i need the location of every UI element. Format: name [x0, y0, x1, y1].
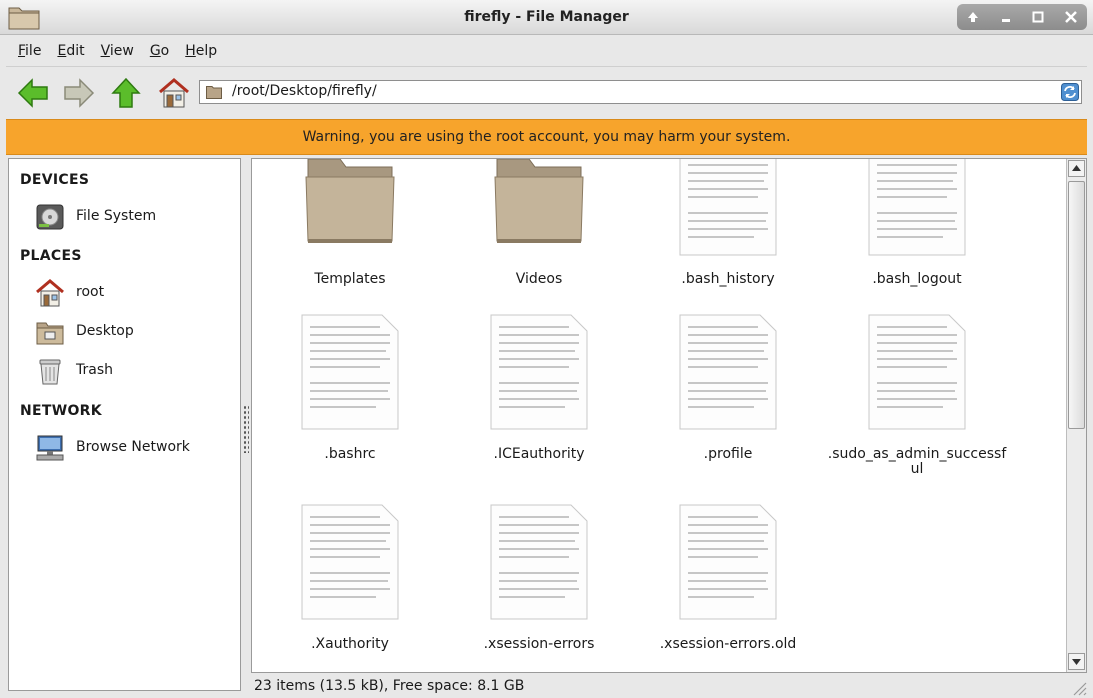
file-name: .bash_history	[681, 271, 775, 287]
sidebar-item-desktop[interactable]: Desktop	[35, 316, 235, 350]
sidebar-item-label: Desktop	[76, 323, 134, 339]
close-icon	[1064, 11, 1077, 23]
desktop-folder-icon	[36, 322, 64, 345]
minimize-icon	[1001, 19, 1010, 22]
refresh-icon[interactable]	[1061, 83, 1079, 101]
sidebar-item-browse-network[interactable]: Browse Network	[35, 432, 235, 466]
vertical-scrollbar[interactable]	[1066, 159, 1086, 672]
sidebar-item-label: File System	[76, 208, 157, 224]
file-name: .sudo_as_admin_successful	[827, 446, 1007, 477]
file-item-videos[interactable]: Videos	[449, 159, 629, 299]
text-file-icon	[490, 314, 588, 430]
file-name: Videos	[515, 271, 563, 287]
roll-up-button[interactable]	[962, 6, 984, 28]
window-controls	[957, 4, 1087, 30]
file-name: .profile	[703, 446, 753, 462]
file-name: .bashrc	[324, 446, 376, 462]
sidebar-heading-network: NETWORK	[20, 403, 102, 419]
sidebar-heading-places: PLACES	[20, 248, 82, 264]
title-bar[interactable]: firefly - File Manager	[0, 0, 1093, 35]
file-item-templates[interactable]: Templates	[260, 159, 440, 299]
menu-go[interactable]: Go	[150, 43, 169, 59]
location-bar[interactable]: /root/Desktop/firefly/	[199, 80, 1082, 104]
arrow-right-icon	[64, 78, 95, 108]
file-item-bash-logout[interactable]: .bash_logout	[827, 159, 1007, 299]
menu-view[interactable]: View	[101, 43, 134, 59]
file-item-iceauthority[interactable]: .ICEauthority	[449, 311, 629, 481]
maximize-button[interactable]	[1027, 6, 1049, 28]
menu-edit[interactable]: Edit	[57, 43, 84, 59]
location-path: /root/Desktop/firefly/	[232, 83, 377, 99]
sidebar-item-label: root	[76, 284, 105, 300]
arrow-up-icon	[968, 12, 979, 22]
window-title: firefly - File Manager	[464, 9, 629, 25]
sidebar: DEVICES File System PLACES root Desktop	[8, 158, 241, 691]
text-file-icon	[868, 314, 966, 430]
status-bar: 23 items (13.5 kB), Free space: 8.1 GB	[254, 678, 525, 694]
file-item-profile[interactable]: .profile	[638, 311, 818, 481]
file-item-xsession-errors-old[interactable]: .xsession-errors.old	[638, 501, 818, 661]
sidebar-item-trash[interactable]: Trash	[35, 355, 235, 389]
file-name: .xsession-errors.old	[659, 636, 797, 652]
arrow-up-icon	[111, 77, 141, 108]
triangle-down-icon	[1072, 659, 1081, 665]
folder-icon	[494, 159, 584, 243]
file-item-sudo-as-admin-successful[interactable]: .sudo_as_admin_successful	[827, 311, 1007, 481]
file-name: .Xauthority	[311, 636, 389, 652]
text-file-icon	[679, 159, 777, 256]
sidebar-heading-devices: DEVICES	[20, 172, 90, 188]
scroll-down-button[interactable]	[1068, 653, 1085, 670]
text-file-icon	[490, 504, 588, 620]
menu-file[interactable]: File	[18, 43, 41, 59]
resize-grip-icon[interactable]	[1071, 680, 1087, 696]
file-item-xsession-errors[interactable]: .xsession-errors	[449, 501, 629, 661]
home-button[interactable]	[157, 76, 191, 110]
text-file-icon	[679, 504, 777, 620]
up-button[interactable]	[109, 76, 143, 110]
back-button[interactable]	[16, 76, 50, 110]
close-button[interactable]	[1060, 6, 1082, 28]
sidebar-item-label: Browse Network	[76, 439, 190, 455]
menu-help[interactable]: Help	[185, 43, 217, 59]
file-item-bashrc[interactable]: .bashrc	[260, 311, 440, 481]
text-file-icon	[301, 504, 399, 620]
file-name: .xsession-errors	[483, 636, 595, 652]
sidebar-item-file-system[interactable]: File System	[35, 201, 235, 235]
folder-icon	[305, 159, 395, 243]
file-name: .ICEauthority	[493, 446, 585, 462]
forward-button[interactable]	[62, 76, 96, 110]
file-item-bash-history[interactable]: .bash_history	[638, 159, 818, 299]
file-view: Templates Videos .bash_history .bash_log…	[251, 158, 1087, 673]
minimize-button[interactable]	[995, 6, 1017, 28]
scrollbar-thumb[interactable]	[1068, 181, 1085, 429]
harddisk-icon	[36, 204, 64, 230]
text-file-icon	[868, 159, 966, 256]
text-file-icon	[301, 314, 399, 430]
toolbar: /root/Desktop/firefly/	[6, 70, 1087, 116]
file-name: Templates	[314, 271, 386, 287]
arrow-left-icon	[17, 78, 48, 108]
scroll-up-button[interactable]	[1068, 160, 1085, 177]
file-name: .bash_logout	[872, 271, 962, 287]
home-icon	[36, 279, 64, 307]
pane-resize-handle[interactable]	[243, 405, 249, 453]
sidebar-item-label: Trash	[76, 362, 113, 378]
triangle-up-icon	[1072, 165, 1081, 171]
folder-icon	[206, 86, 222, 99]
file-item-xauthority[interactable]: .Xauthority	[260, 501, 440, 661]
menu-bar: File Edit View Go Help	[6, 36, 1087, 67]
trash-icon	[39, 359, 61, 385]
network-icon	[36, 435, 64, 461]
home-icon	[159, 78, 189, 108]
root-warning-banner: Warning, you are using the root account,…	[6, 119, 1087, 155]
maximize-icon	[1032, 11, 1044, 23]
text-file-icon	[679, 314, 777, 430]
sidebar-item-root[interactable]: root	[35, 277, 235, 311]
